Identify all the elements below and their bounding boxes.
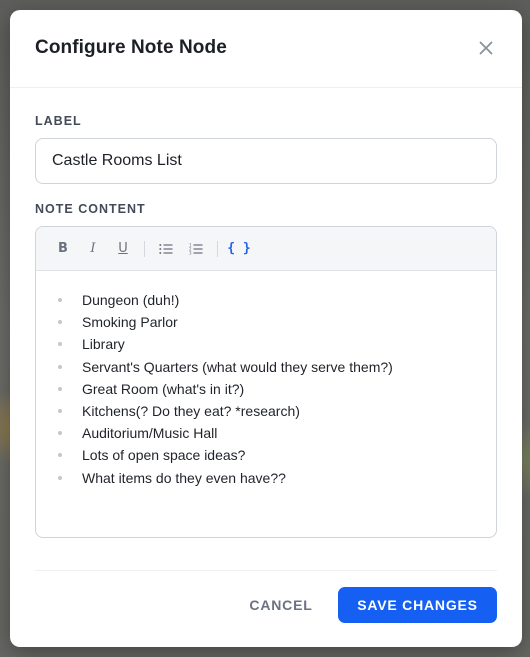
underline-button[interactable]: U (108, 234, 138, 264)
list-item: Lots of open space ideas? (52, 444, 480, 466)
list-item: Auditorium/Music Hall (52, 422, 480, 444)
list-item: Library (52, 333, 480, 355)
list-item: Smoking Parlor (52, 311, 480, 333)
editor-body[interactable]: Dungeon (duh!) Smoking Parlor Library Serva… (36, 271, 496, 489)
bullet-icon (58, 320, 62, 325)
editor-toolbar: B I U 1 2 3 {} (36, 227, 496, 271)
list-item-text: What items do they even have?? (82, 469, 286, 486)
list-item-text: Smoking Parlor (82, 314, 178, 331)
list-item-text: Library (82, 336, 125, 353)
list-item: Kitchens(? Do they eat? *research) (52, 400, 480, 422)
list-item: What items do they even have?? (52, 467, 480, 489)
cancel-button[interactable]: CANCEL (240, 587, 322, 623)
toolbar-divider (144, 240, 145, 257)
list-item: Dungeon (duh!) (52, 289, 480, 311)
bullet-icon (58, 431, 62, 436)
bullet-icon (58, 364, 62, 369)
bullet-icon (58, 386, 62, 391)
list-item-text: Servant's Quarters (what would they serv… (82, 358, 393, 375)
bullet-list-button[interactable] (151, 234, 181, 264)
toolbar-divider (217, 240, 218, 257)
list-item-text: Lots of open space ideas? (82, 447, 246, 464)
label-input[interactable] (35, 138, 497, 184)
svg-text:3: 3 (189, 250, 192, 254)
close-button[interactable] (476, 38, 496, 58)
modal-title: Configure Note Node (35, 37, 227, 58)
ordered-list-icon: 1 2 3 (189, 243, 203, 255)
note-content-editor[interactable]: B I U 1 2 3 {} Dungeon (duh!) Smoking P… (35, 226, 497, 538)
list-item-text: Kitchens(? Do they eat? *research) (82, 403, 300, 420)
bullet-icon (58, 475, 62, 480)
list-item: Great Room (what's in it?) (52, 378, 480, 400)
note-list: Dungeon (duh!) Smoking Parlor Library Serva… (52, 289, 480, 489)
bullet-icon (58, 342, 62, 347)
footer-divider (35, 570, 497, 571)
bullet-icon (58, 453, 62, 458)
list-item: Servant's Quarters (what would they serv… (52, 356, 480, 378)
save-changes-button[interactable]: SAVE CHANGES (338, 587, 497, 623)
close-icon (479, 41, 493, 55)
italic-button[interactable]: I (78, 234, 108, 264)
bullet-icon (58, 409, 62, 414)
bullet-icon (58, 298, 62, 303)
note-content-label: NOTE CONTENT (35, 202, 146, 216)
modal-header: Configure Note Node (10, 10, 522, 88)
list-item-text: Dungeon (duh!) (82, 292, 180, 309)
bullet-list-icon (159, 243, 173, 254)
ordered-list-button[interactable]: 1 2 3 (181, 234, 211, 264)
list-item-text: Auditorium/Music Hall (82, 425, 218, 442)
configure-note-modal: Configure Note Node LABEL NOTE CONTENT B… (10, 10, 522, 647)
bold-button[interactable]: B (48, 234, 78, 264)
label-field-label: LABEL (35, 114, 82, 128)
list-item-text: Great Room (what's in it?) (82, 380, 245, 397)
code-button[interactable]: { } (224, 234, 254, 264)
